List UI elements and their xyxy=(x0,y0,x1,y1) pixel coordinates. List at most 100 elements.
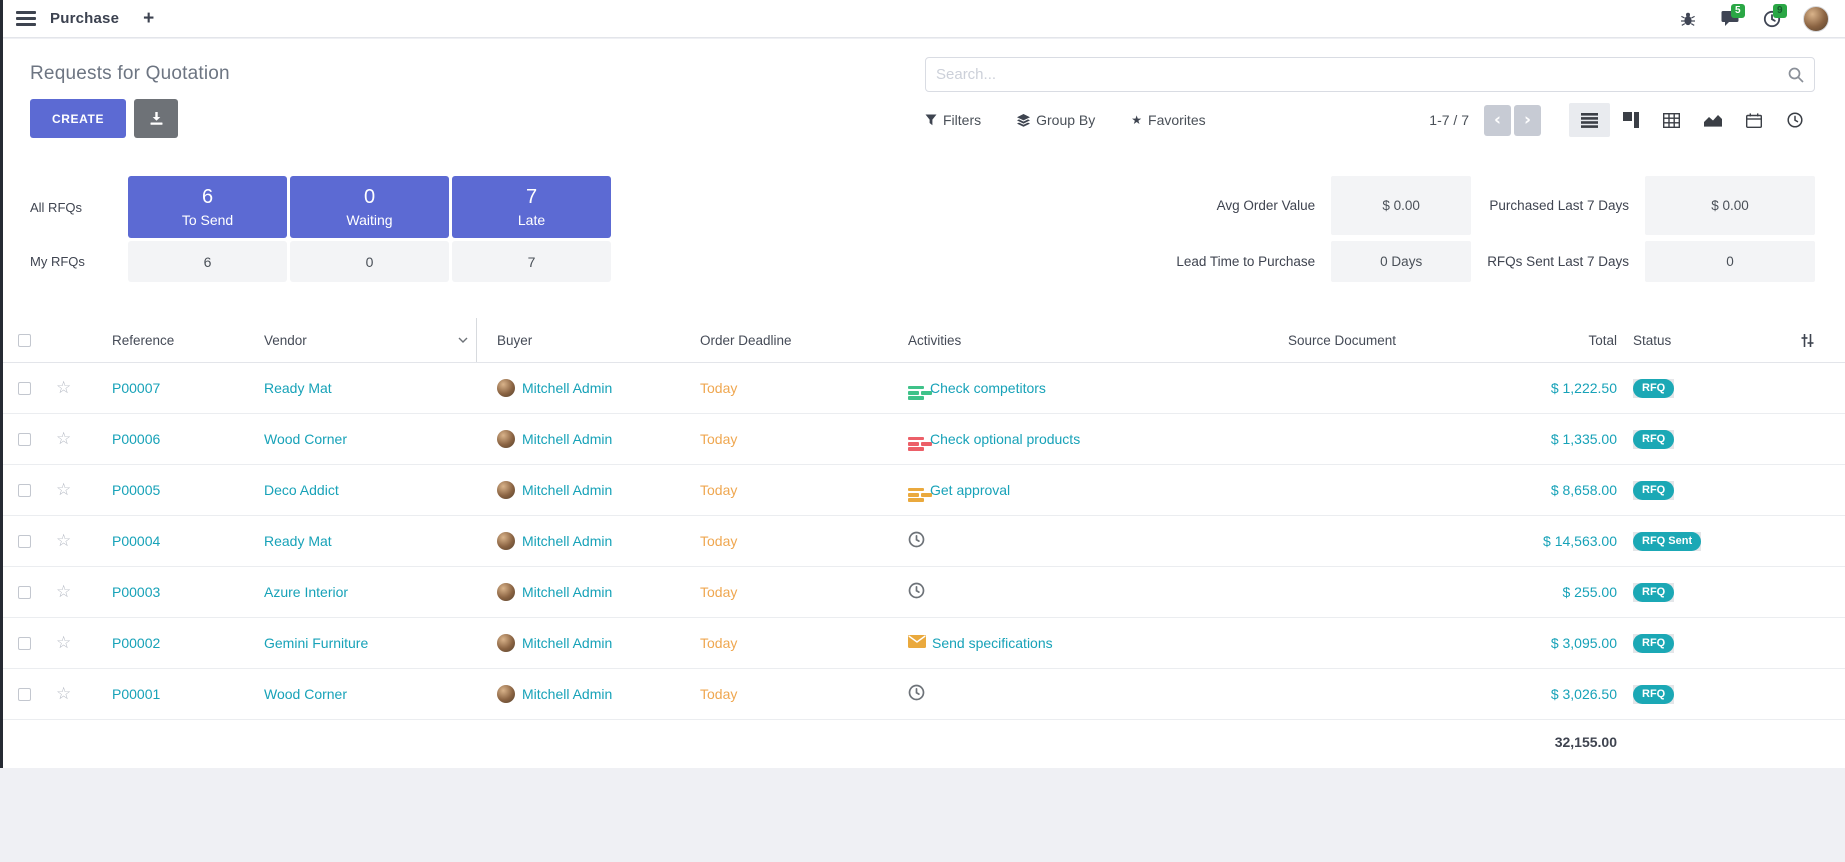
vendor-link[interactable]: Ready Mat xyxy=(264,380,332,396)
buyer-link[interactable]: Mitchell Admin xyxy=(522,431,612,447)
activity-clock-icon[interactable] xyxy=(908,582,925,602)
activity-cell[interactable]: Check competitors xyxy=(892,376,1222,400)
buyer-cell: Mitchell Admin xyxy=(477,634,692,652)
kpi-my-to-send-tile[interactable]: 6 xyxy=(128,241,287,282)
table-row[interactable]: ☆ P00007 Ready Mat Mitchell Admin Today … xyxy=(0,363,1845,414)
activity-cell[interactable]: Get approval xyxy=(892,478,1222,502)
activity-clock-icon[interactable] xyxy=(908,531,925,551)
tasks-red-icon[interactable] xyxy=(908,427,924,451)
sort-chevron-down-icon[interactable] xyxy=(449,318,477,362)
vendor-link[interactable]: Azure Interior xyxy=(264,584,348,600)
pager-previous-button[interactable]: ‹ xyxy=(1484,105,1511,136)
buyer-link[interactable]: Mitchell Admin xyxy=(522,533,612,549)
search-icon[interactable] xyxy=(1788,67,1804,83)
view-list-icon[interactable] xyxy=(1569,103,1610,137)
favorite-star-icon[interactable]: ☆ xyxy=(56,378,104,398)
apps-menu-icon[interactable] xyxy=(16,11,36,26)
activities-clock-icon[interactable]: 9 xyxy=(1761,8,1783,30)
column-header-source-document[interactable]: Source Document xyxy=(1222,333,1462,348)
view-activity-icon[interactable] xyxy=(1774,103,1815,137)
table-row[interactable]: ☆ P00002 Gemini Furniture Mitchell Admin… xyxy=(0,618,1845,669)
plus-icon[interactable]: + xyxy=(143,9,154,28)
reference-link[interactable]: P00003 xyxy=(112,584,160,600)
pager-next-button[interactable]: › xyxy=(1514,105,1541,136)
envelope-icon[interactable] xyxy=(908,635,926,651)
messages-icon[interactable]: 5 xyxy=(1719,8,1741,30)
select-all-checkbox[interactable] xyxy=(18,334,31,347)
row-checkbox[interactable] xyxy=(18,535,31,548)
table-row[interactable]: ☆ P00006 Wood Corner Mitchell Admin Toda… xyxy=(0,414,1845,465)
optional-columns-icon[interactable] xyxy=(1737,333,1845,348)
row-checkbox[interactable] xyxy=(18,433,31,446)
tasks-green-icon[interactable] xyxy=(908,376,924,400)
activity-label[interactable]: Check competitors xyxy=(930,380,1046,396)
vendor-link[interactable]: Gemini Furniture xyxy=(264,635,368,651)
buyer-link[interactable]: Mitchell Admin xyxy=(522,482,612,498)
app-name[interactable]: Purchase xyxy=(50,10,119,27)
view-pivot-icon[interactable] xyxy=(1651,103,1692,137)
reference-link[interactable]: P00005 xyxy=(112,482,160,498)
column-header-total[interactable]: Total xyxy=(1462,333,1617,348)
view-kanban-icon[interactable] xyxy=(1610,103,1651,137)
filters-button[interactable]: Filters xyxy=(925,112,981,128)
favorite-star-icon[interactable]: ☆ xyxy=(56,480,104,500)
buyer-link[interactable]: Mitchell Admin xyxy=(522,380,612,396)
activity-label[interactable]: Check optional products xyxy=(930,431,1080,447)
activity-label[interactable]: Get approval xyxy=(930,482,1010,498)
favorite-star-icon[interactable]: ☆ xyxy=(56,633,104,653)
column-header-buyer[interactable]: Buyer xyxy=(477,333,692,348)
activity-cell[interactable]: Check optional products xyxy=(892,427,1222,451)
buyer-link[interactable]: Mitchell Admin xyxy=(522,584,612,600)
row-checkbox[interactable] xyxy=(18,586,31,599)
reference-link[interactable]: P00002 xyxy=(112,635,160,651)
column-header-reference[interactable]: Reference xyxy=(104,333,264,348)
vendor-link[interactable]: Wood Corner xyxy=(264,686,347,702)
activity-cell[interactable] xyxy=(892,684,1222,704)
column-header-order-deadline[interactable]: Order Deadline xyxy=(692,333,892,348)
reference-link[interactable]: P00006 xyxy=(112,431,160,447)
buyer-link[interactable]: Mitchell Admin xyxy=(522,686,612,702)
vendor-link[interactable]: Ready Mat xyxy=(264,533,332,549)
debug-bug-icon[interactable] xyxy=(1677,8,1699,30)
vendor-link[interactable]: Deco Addict xyxy=(264,482,339,498)
table-row[interactable]: ☆ P00004 Ready Mat Mitchell Admin Today … xyxy=(0,516,1845,567)
row-checkbox[interactable] xyxy=(18,688,31,701)
activity-cell[interactable] xyxy=(892,531,1222,551)
view-graph-icon[interactable] xyxy=(1692,103,1733,137)
row-checkbox[interactable] xyxy=(18,637,31,650)
vendor-link[interactable]: Wood Corner xyxy=(264,431,347,447)
reference-link[interactable]: P00007 xyxy=(112,380,160,396)
kpi-waiting-tile[interactable]: 0 Waiting xyxy=(290,176,449,238)
kpi-my-waiting-tile[interactable]: 0 xyxy=(290,241,449,282)
activity-cell[interactable]: Send specifications xyxy=(892,635,1222,651)
view-calendar-icon[interactable] xyxy=(1733,103,1774,137)
kpi-to-send-tile[interactable]: 6 To Send xyxy=(128,176,287,238)
activity-cell[interactable] xyxy=(892,582,1222,602)
favorite-star-icon[interactable]: ☆ xyxy=(56,531,104,551)
reference-link[interactable]: P00004 xyxy=(112,533,160,549)
column-header-vendor[interactable]: Vendor xyxy=(264,333,449,348)
table-row[interactable]: ☆ P00001 Wood Corner Mitchell Admin Toda… xyxy=(0,669,1845,720)
kpi-my-late-tile[interactable]: 7 xyxy=(452,241,611,282)
row-checkbox[interactable] xyxy=(18,382,31,395)
favorite-star-icon[interactable]: ☆ xyxy=(56,582,104,602)
reference-link[interactable]: P00001 xyxy=(112,686,160,702)
column-header-status[interactable]: Status xyxy=(1617,333,1737,348)
buyer-link[interactable]: Mitchell Admin xyxy=(522,635,612,651)
activity-label[interactable]: Send specifications xyxy=(932,635,1053,651)
search-input[interactable] xyxy=(936,66,1780,83)
tasks-yellow-icon[interactable] xyxy=(908,478,924,502)
row-checkbox[interactable] xyxy=(18,484,31,497)
create-button[interactable]: CREATE xyxy=(30,99,126,138)
favorite-star-icon[interactable]: ☆ xyxy=(56,429,104,449)
favorites-button[interactable]: ★ Favorites xyxy=(1131,112,1205,128)
favorite-star-icon[interactable]: ☆ xyxy=(56,684,104,704)
group-by-button[interactable]: Group By xyxy=(1017,112,1095,128)
user-avatar[interactable] xyxy=(1803,6,1829,32)
activity-clock-icon[interactable] xyxy=(908,684,925,704)
export-button[interactable] xyxy=(134,99,178,138)
table-row[interactable]: ☆ P00003 Azure Interior Mitchell Admin T… xyxy=(0,567,1845,618)
column-header-activities[interactable]: Activities xyxy=(892,333,1222,348)
table-row[interactable]: ☆ P00005 Deco Addict Mitchell Admin Toda… xyxy=(0,465,1845,516)
kpi-late-tile[interactable]: 7 Late xyxy=(452,176,611,238)
